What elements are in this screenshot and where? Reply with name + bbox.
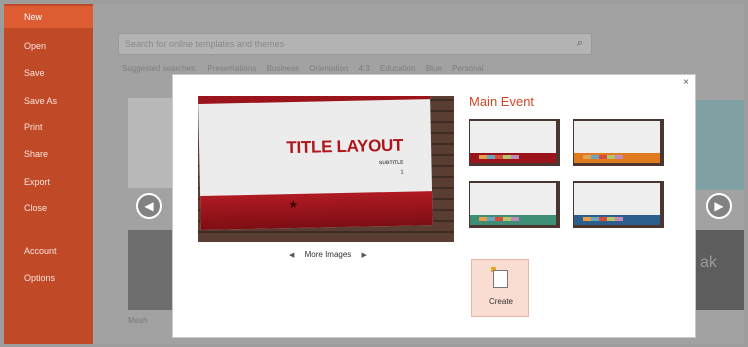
close-icon[interactable]: × — [683, 77, 689, 88]
sidebar-item-share[interactable]: Share — [4, 143, 93, 165]
suggested-searches: Suggested searches: Presentations Busine… — [122, 64, 492, 73]
template-thumbnail-text: ak — [700, 254, 717, 271]
variant-color-chips — [583, 217, 623, 221]
chevron-left-icon: ◀ — [144, 199, 154, 213]
color-variant-thumbnail[interactable] — [573, 181, 664, 228]
sidebar-item-save-as[interactable]: Save As — [4, 90, 93, 112]
search-icon[interactable]: ⌕ — [577, 37, 583, 50]
chevron-right-icon: ▶ — [714, 199, 724, 213]
next-template-button[interactable]: ▶ — [706, 193, 732, 219]
color-variant-thumbnail[interactable] — [469, 181, 560, 228]
star-icon: ★ — [288, 198, 299, 212]
suggested-search-link[interactable]: Personal — [452, 64, 484, 73]
sidebar-item-options[interactable]: Options — [4, 267, 93, 289]
preview-slide: TITLE LAYOUT SUBTITLE 1 ★ — [198, 96, 433, 230]
sidebar-item-print[interactable]: Print — [4, 116, 93, 138]
create-button-label: Create — [488, 297, 513, 306]
slide-top-band — [198, 96, 431, 104]
sidebar-item-account[interactable]: Account — [4, 240, 93, 262]
sidebar-item-export[interactable]: Export — [4, 171, 93, 193]
template-name: Main Event — [469, 94, 535, 109]
template-thumbnail[interactable] — [696, 100, 744, 190]
variant-color-chips — [479, 155, 519, 159]
create-button[interactable]: Create — [471, 259, 529, 317]
variant-color-chips — [479, 217, 519, 221]
preview-slide-title: TITLE LAYOUT — [286, 135, 404, 158]
suggested-search-link[interactable]: Education — [380, 64, 416, 73]
more-images-nav: ◀ More Images ▶ — [281, 250, 375, 259]
template-preview-image: TITLE LAYOUT SUBTITLE 1 ★ — [198, 96, 454, 242]
sidebar-item-open[interactable]: Open — [4, 35, 93, 57]
suggested-search-link[interactable]: Business — [267, 64, 299, 73]
backstage-sidebar: New Open Save Save As Print Share Export… — [4, 4, 93, 344]
color-variant-thumbnail[interactable] — [573, 119, 664, 166]
template-thumbnail[interactable] — [128, 98, 172, 188]
preview-slide-subtitle: SUBTITLE — [378, 159, 404, 167]
slide-bottom-band — [200, 191, 433, 230]
chevron-left-icon[interactable]: ◀ — [289, 252, 294, 259]
sidebar-item-new[interactable]: New — [4, 6, 93, 28]
suggested-search-link[interactable]: Orientation — [309, 64, 348, 73]
color-variant-thumbnail[interactable] — [469, 119, 560, 166]
suggested-search-link[interactable]: 4:3 — [359, 64, 370, 73]
suggested-search-link[interactable]: Blue — [426, 64, 442, 73]
search-placeholder: Search for online templates and themes — [125, 39, 285, 49]
more-images-label: More Images — [304, 250, 352, 259]
search-input[interactable]: Search for online templates and themes ⌕ — [118, 33, 592, 55]
new-document-icon — [493, 270, 508, 288]
template-label: Mesh — [128, 316, 148, 325]
sidebar-item-close[interactable]: Close — [4, 197, 93, 219]
previous-template-button[interactable]: ◀ — [136, 193, 162, 219]
suggested-searches-label: Suggested searches: — [122, 64, 198, 73]
sidebar-item-save[interactable]: Save — [4, 62, 93, 84]
suggested-search-link[interactable]: Presentations — [207, 64, 256, 73]
template-thumbnail[interactable] — [128, 230, 172, 310]
preview-slide-number: 1 — [400, 169, 404, 176]
template-preview-dialog: × TITLE LAYOUT SUBTITLE 1 ★ ◀ More Image… — [172, 74, 696, 338]
variant-color-chips — [583, 155, 623, 159]
chevron-right-icon[interactable]: ▶ — [362, 252, 367, 259]
